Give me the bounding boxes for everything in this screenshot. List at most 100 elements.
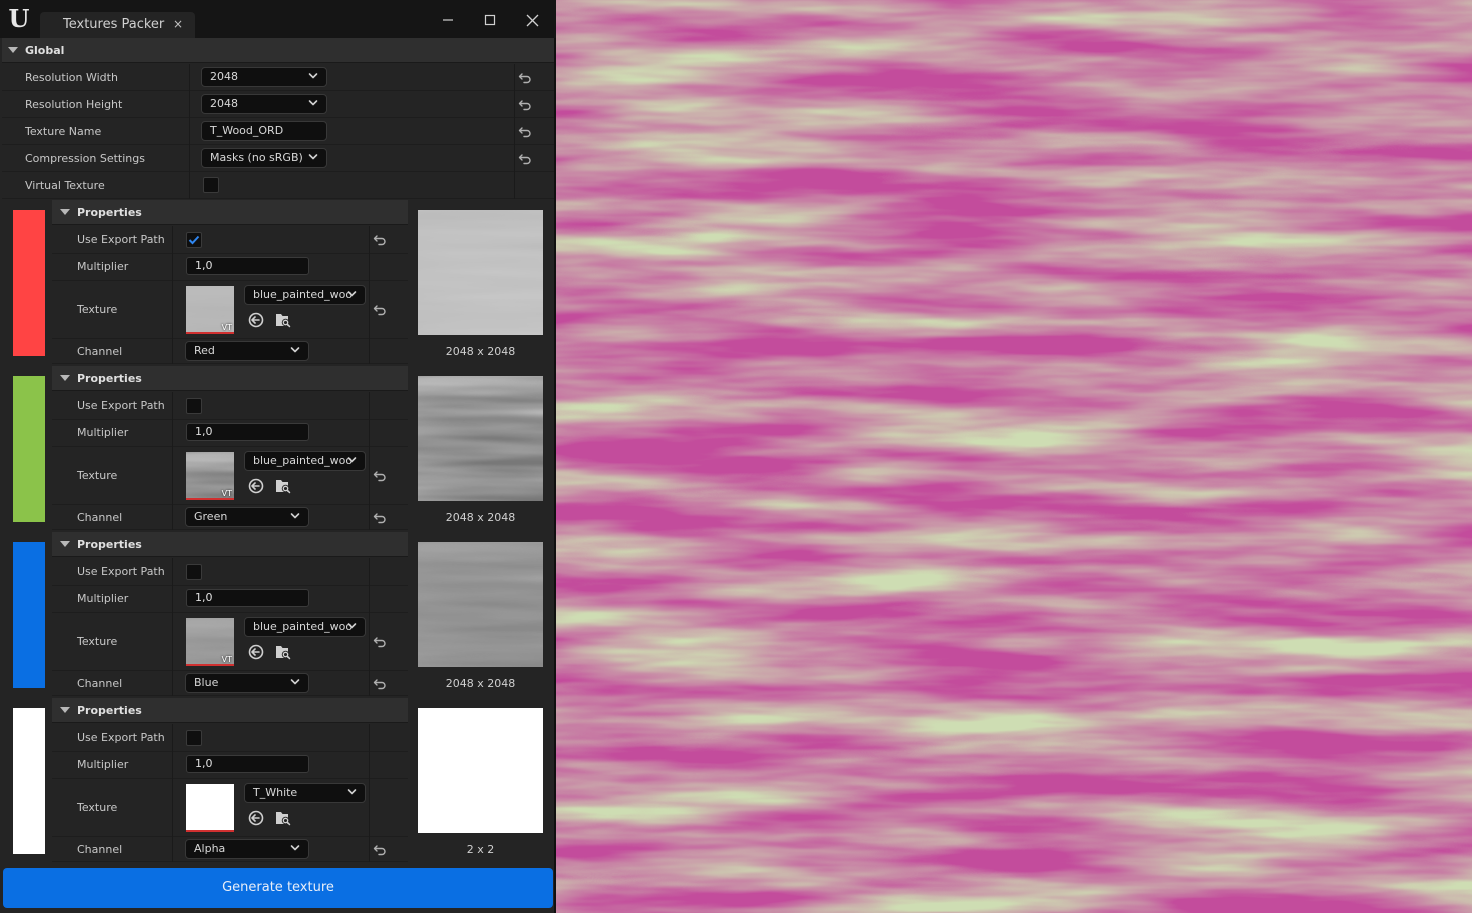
use-export-path-label: Use Export Path bbox=[77, 731, 165, 744]
properties-header[interactable]: Properties bbox=[52, 366, 408, 391]
channel-value: Blue bbox=[194, 676, 219, 689]
collapse-arrow-icon[interactable] bbox=[60, 707, 70, 713]
use-export-path-checkbox[interactable] bbox=[186, 730, 202, 746]
title-bar: U Textures Packer × bbox=[0, 0, 556, 38]
chevron-down-icon bbox=[290, 511, 300, 521]
texture-asset-dropdown[interactable]: T_White bbox=[244, 783, 366, 803]
multiplier-label: Multiplier bbox=[77, 758, 129, 771]
resolution-width-dropdown[interactable]: 2048 bbox=[201, 67, 327, 87]
texture-asset-dropdown[interactable]: blue_painted_woo bbox=[244, 617, 366, 637]
texture-thumbnail[interactable]: VT bbox=[186, 452, 234, 500]
maximize-button[interactable] bbox=[476, 6, 504, 34]
reset-to-default-icon[interactable] bbox=[373, 635, 387, 649]
multiplier-input[interactable]: 1,0 bbox=[186, 257, 309, 275]
properties-header[interactable]: Properties bbox=[52, 698, 408, 723]
checkmark-icon bbox=[188, 235, 200, 245]
preview-image bbox=[418, 210, 543, 335]
channel-dropdown[interactable]: Blue bbox=[185, 673, 309, 693]
use-selected-asset-icon[interactable] bbox=[247, 311, 265, 329]
use-selected-asset-icon[interactable] bbox=[247, 643, 265, 661]
row-texture-name: Texture Name T_Wood_ORD bbox=[2, 118, 554, 145]
texture-label: Texture bbox=[77, 469, 118, 482]
preview-size-label: 2 x 2 bbox=[466, 843, 495, 856]
browse-to-asset-icon[interactable] bbox=[274, 477, 292, 495]
multiplier-input[interactable]: 1,0 bbox=[186, 423, 309, 441]
alpha-channel-swatch bbox=[13, 708, 45, 854]
tab-textures-packer[interactable]: Textures Packer × bbox=[40, 12, 195, 38]
preview-size-label: 2048 x 2048 bbox=[445, 345, 516, 358]
generate-texture-button[interactable]: Generate texture bbox=[3, 868, 553, 908]
browse-to-asset-icon[interactable] bbox=[274, 643, 292, 661]
reset-to-default-icon[interactable] bbox=[373, 843, 387, 857]
texture-thumbnail[interactable]: VT bbox=[186, 286, 234, 334]
texture-thumbnail[interactable]: VT bbox=[186, 618, 234, 666]
properties-header[interactable]: Properties bbox=[52, 200, 408, 225]
virtual-texture-checkbox[interactable] bbox=[203, 177, 219, 193]
reset-to-default-icon[interactable] bbox=[373, 303, 387, 317]
resolution-height-label: Resolution Height bbox=[25, 98, 123, 111]
row-channel: Channel Green bbox=[52, 505, 408, 530]
green-channel-swatch bbox=[13, 376, 45, 522]
channel-label: Channel bbox=[77, 677, 123, 690]
close-window-button[interactable] bbox=[518, 6, 546, 34]
reset-to-default-icon[interactable] bbox=[518, 98, 532, 112]
browse-to-asset-icon[interactable] bbox=[274, 809, 292, 827]
use-export-path-label: Use Export Path bbox=[77, 233, 165, 246]
collapse-arrow-icon[interactable] bbox=[60, 209, 70, 215]
channel-dropdown[interactable]: Green bbox=[185, 507, 309, 527]
properties-header-label: Properties bbox=[77, 704, 142, 717]
global-header-label: Global bbox=[25, 44, 65, 57]
reset-to-default-icon[interactable] bbox=[373, 677, 387, 691]
texture-name-input[interactable]: T_Wood_ORD bbox=[201, 121, 327, 141]
minimize-button[interactable] bbox=[434, 6, 462, 34]
chevron-down-icon bbox=[308, 152, 318, 162]
collapse-arrow-icon[interactable] bbox=[60, 375, 70, 381]
row-multiplier: Multiplier 1,0 bbox=[52, 752, 408, 779]
reset-to-default-icon[interactable] bbox=[373, 233, 387, 247]
row-compression-settings: Compression Settings Masks (no sRGB) bbox=[2, 145, 554, 172]
row-multiplier: Multiplier 1,0 bbox=[52, 420, 408, 447]
collapse-arrow-icon[interactable] bbox=[8, 47, 18, 53]
chevron-down-icon bbox=[347, 455, 357, 465]
unreal-logo-icon: U bbox=[8, 4, 30, 33]
resolution-height-dropdown[interactable]: 2048 bbox=[201, 94, 327, 114]
packed-texture-image bbox=[556, 0, 1472, 913]
channel-label: Channel bbox=[77, 843, 123, 856]
reset-to-default-icon[interactable] bbox=[518, 125, 532, 139]
texture-label: Texture bbox=[77, 801, 118, 814]
multiplier-input[interactable]: 1,0 bbox=[186, 755, 309, 773]
channel-dropdown[interactable]: Red bbox=[185, 341, 309, 361]
reset-to-default-icon[interactable] bbox=[373, 511, 387, 525]
channel-dropdown[interactable]: Alpha bbox=[185, 839, 309, 859]
reset-to-default-icon[interactable] bbox=[373, 469, 387, 483]
texture-asset-name: blue_painted_woo bbox=[253, 288, 353, 301]
collapse-arrow-icon[interactable] bbox=[60, 541, 70, 547]
properties-header[interactable]: Properties bbox=[52, 532, 408, 557]
use-export-path-checkbox[interactable] bbox=[186, 398, 202, 414]
row-texture: Texture VT blue_painted_woo bbox=[52, 281, 408, 339]
texture-name-label: Texture Name bbox=[25, 125, 102, 138]
row-texture: Texture T_White bbox=[52, 779, 408, 837]
use-selected-asset-icon[interactable] bbox=[247, 477, 265, 495]
red-channel-preview bbox=[418, 210, 543, 335]
row-resolution-height: Resolution Height 2048 bbox=[2, 91, 554, 118]
row-channel: Channel Alpha bbox=[52, 837, 408, 862]
browse-to-asset-icon[interactable] bbox=[274, 311, 292, 329]
reset-to-default-icon[interactable] bbox=[518, 152, 532, 166]
use-export-path-checkbox[interactable] bbox=[186, 564, 202, 580]
alpha-channel-preview bbox=[418, 708, 543, 833]
multiplier-input[interactable]: 1,0 bbox=[186, 589, 309, 607]
chevron-down-icon bbox=[290, 345, 300, 355]
use-export-path-checkbox[interactable] bbox=[186, 232, 202, 248]
reset-to-default-icon[interactable] bbox=[518, 71, 532, 85]
channel-label: Channel bbox=[77, 511, 123, 524]
texture-asset-dropdown[interactable]: blue_painted_woo bbox=[244, 451, 366, 471]
tab-close-icon[interactable]: × bbox=[173, 17, 183, 31]
texture-asset-dropdown[interactable]: blue_painted_woo bbox=[244, 285, 366, 305]
global-category-header[interactable]: Global bbox=[2, 38, 554, 63]
preview-image bbox=[418, 376, 543, 501]
use-selected-asset-icon[interactable] bbox=[247, 809, 265, 827]
texture-thumbnail[interactable] bbox=[186, 784, 234, 832]
compression-settings-dropdown[interactable]: Masks (no sRGB) bbox=[201, 148, 327, 168]
green-channel-preview bbox=[418, 376, 543, 501]
